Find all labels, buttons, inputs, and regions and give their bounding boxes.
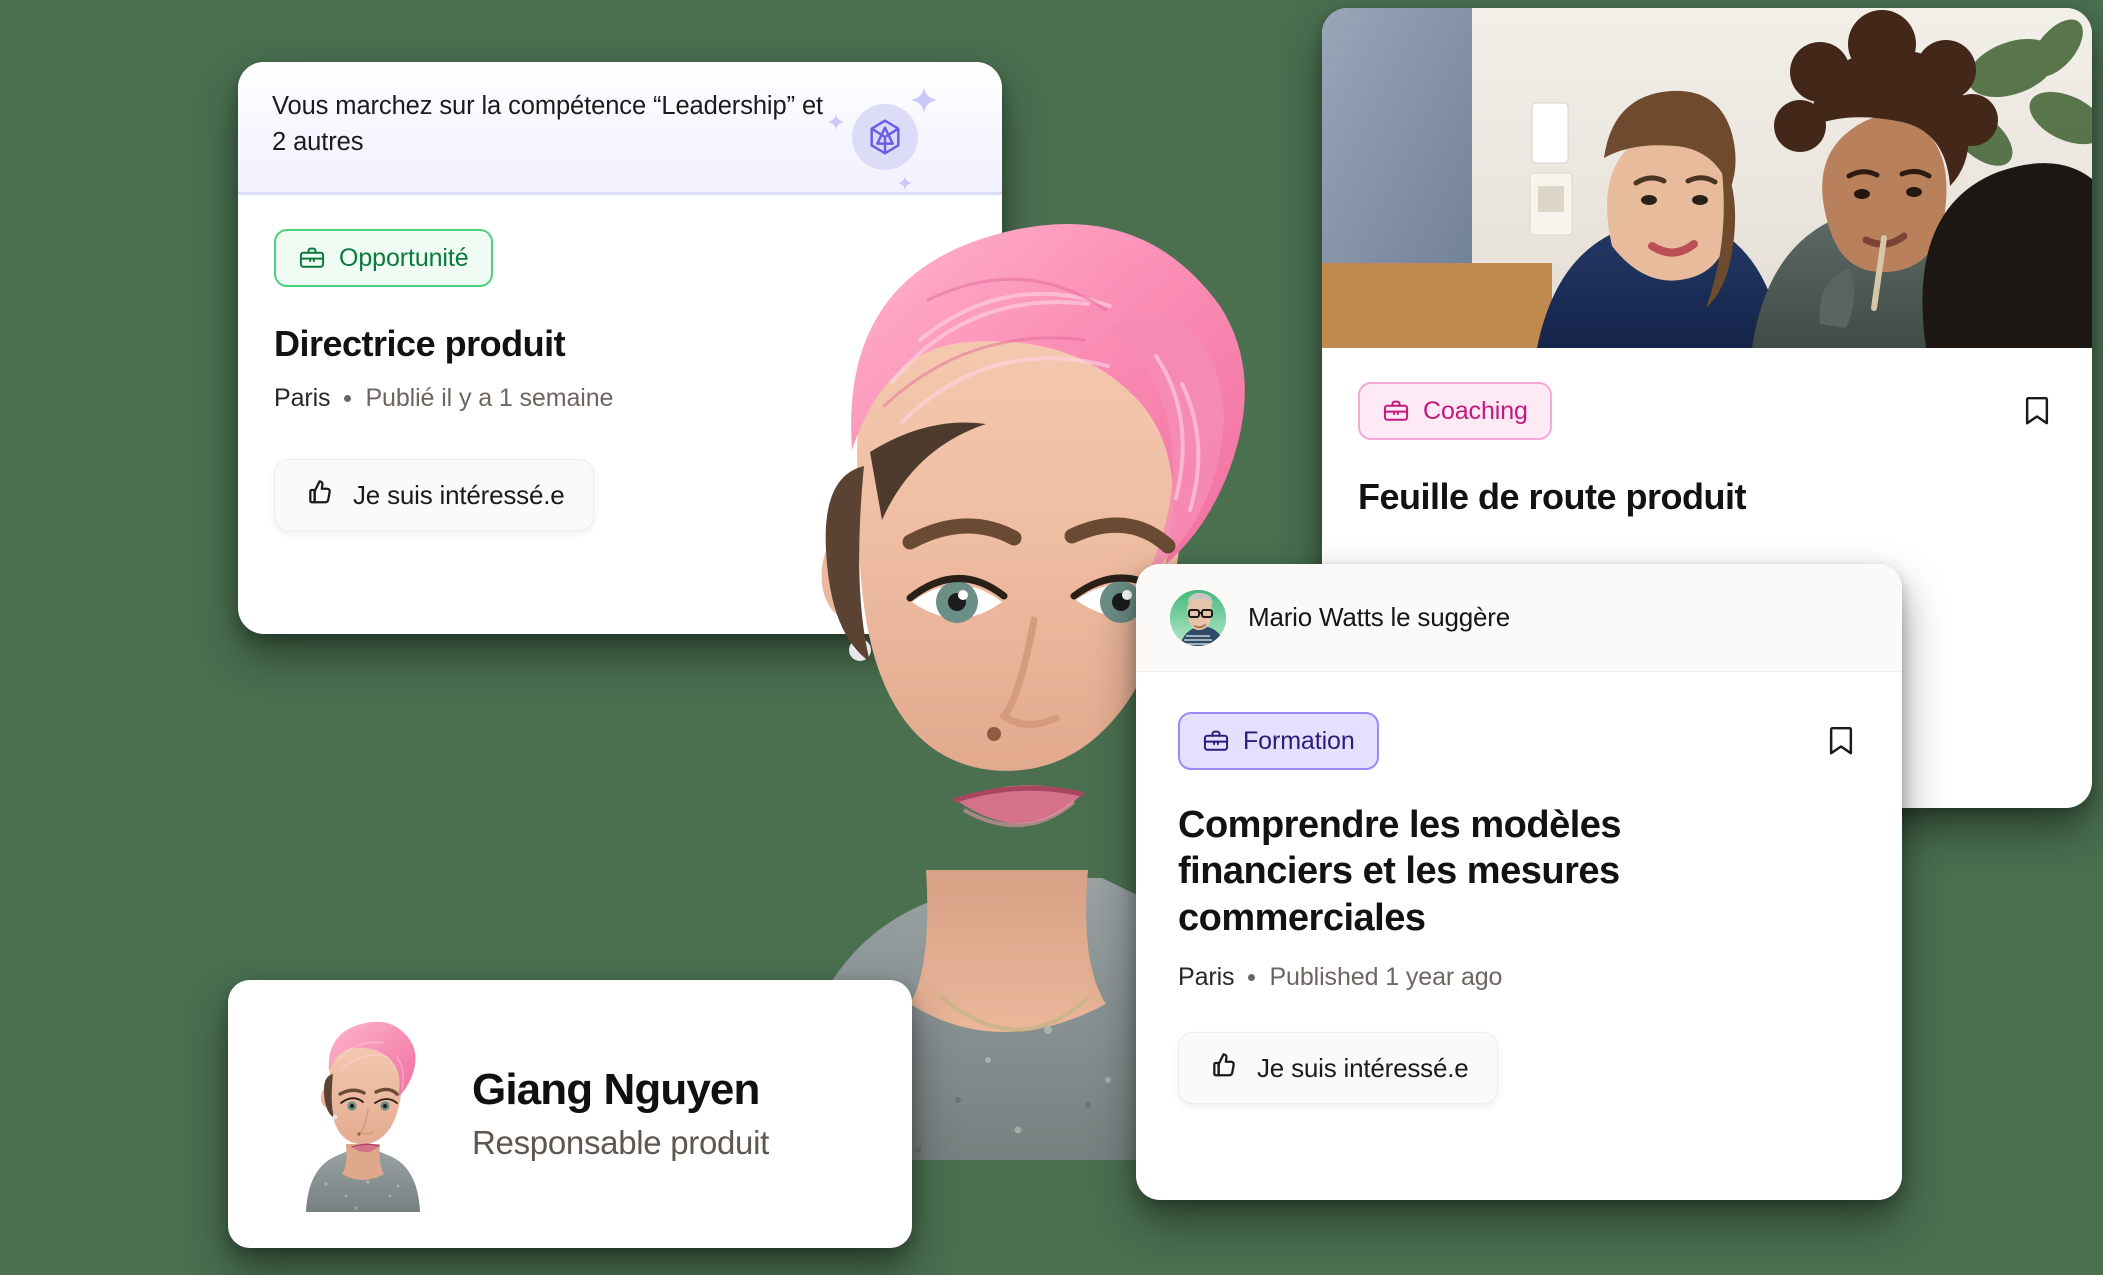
profile-role: Responsable produit: [472, 1124, 770, 1162]
ai-gem-icon: [852, 104, 918, 170]
opportunity-card[interactable]: Vous marchez sur la compétence “Leadersh…: [238, 62, 1002, 634]
opportunity-card-meta: Paris Publié il y a 1 semaine: [274, 384, 966, 413]
formation-interested-button[interactable]: Je suis intéressé.e: [1178, 1032, 1498, 1105]
coaching-type-chip[interactable]: Coaching: [1358, 382, 1552, 440]
suggester-bar: Mario Watts le suggère: [1136, 564, 1902, 672]
opportunity-interested-button[interactable]: Je suis intéressé.e: [274, 459, 594, 531]
meta-separator-dot: [1248, 974, 1256, 982]
formation-card-meta: Paris Published 1 year ago: [1178, 963, 1860, 992]
coaching-card-title: Feuille de route produit: [1358, 476, 1747, 517]
formation-card[interactable]: Mario Watts le suggère Formation Compren…: [1136, 564, 1902, 1200]
opportunity-location: Paris: [274, 384, 331, 412]
briefcase-icon: [1382, 397, 1410, 425]
coaching-card-body: Coaching Feuille de route produit: [1322, 348, 2092, 519]
profile-card[interactable]: Giang Nguyen Responsable produit: [228, 980, 912, 1248]
coaching-chip-label: Coaching: [1423, 396, 1528, 425]
coaching-bookmark-button[interactable]: [2018, 391, 2056, 431]
suggester-name: Mario Watts le suggère: [1248, 602, 1510, 632]
formation-card-title: Comprendre les modèles financiers et les…: [1178, 804, 1622, 939]
formation-card-body: Formation Comprendre les modèles financi…: [1136, 672, 1902, 1105]
briefcase-icon: [298, 244, 326, 272]
opportunity-published: Publié il y a 1 semaine: [365, 384, 614, 412]
formation-type-chip[interactable]: Formation: [1178, 712, 1379, 770]
sparkle-icon-small: [828, 114, 844, 130]
opportunity-card-body: Opportunité Directrice produit Paris Pub…: [238, 195, 1002, 531]
formation-chip-row: Formation: [1178, 712, 1860, 770]
formation-chip-label: Formation: [1243, 726, 1355, 755]
thumbs-up-icon: [303, 476, 335, 515]
bookmark-icon: [2022, 396, 2052, 430]
opportunity-chip-label: Opportunité: [339, 243, 469, 272]
briefcase-icon: [1202, 727, 1230, 755]
profile-text-block: Giang Nguyen Responsable produit: [472, 1064, 770, 1162]
sparkle-icon-large: [911, 87, 937, 113]
opportunity-interested-label: Je suis intéressé.e: [353, 479, 565, 510]
ai-suggestion-text: Vous marchez sur la compétence “Leadersh…: [272, 92, 824, 157]
ai-suggestion-banner: Vous marchez sur la compétence “Leadersh…: [238, 62, 1002, 195]
sparkle-icon-tiny: [898, 176, 912, 190]
formation-bookmark-button[interactable]: [1822, 721, 1860, 761]
coaching-card-photo: [1322, 8, 2092, 348]
opportunity-card-title: Directrice produit: [274, 323, 566, 364]
formation-published: Published 1 year ago: [1269, 963, 1503, 992]
meta-separator-dot: [344, 395, 352, 402]
composition-stage: Coaching Feuille de route produit Vous m…: [0, 0, 2103, 1275]
ai-badge: [828, 84, 940, 190]
avatar: [298, 1016, 426, 1212]
opportunity-type-chip[interactable]: Opportunité: [274, 229, 493, 287]
profile-name: Giang Nguyen: [472, 1064, 760, 1114]
thumbs-up-icon: [1207, 1049, 1239, 1088]
coaching-chip-row: Coaching: [1358, 382, 2056, 440]
formation-location: Paris: [1178, 963, 1235, 992]
bookmark-icon: [1826, 726, 1856, 760]
avatar: [1170, 589, 1226, 646]
formation-interested-label: Je suis intéressé.e: [1257, 1052, 1469, 1083]
